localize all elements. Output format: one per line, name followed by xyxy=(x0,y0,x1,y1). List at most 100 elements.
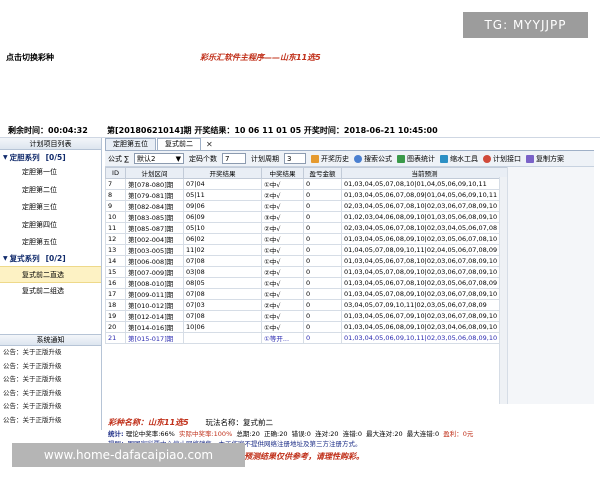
table-cell: 第[007-009]期 xyxy=(125,266,184,278)
notice-item[interactable]: 公告：关于正版升级 xyxy=(0,346,101,360)
table-cell: 01,03,04,05,07,08,09,10|02,03,06,07,08,0… xyxy=(341,266,508,278)
formula-select[interactable]: 默认2 ▼ xyxy=(133,153,184,164)
tab-fushi-q2[interactable]: 复式前二 xyxy=(157,138,201,150)
sidebar-item[interactable]: 定胆第二位 xyxy=(0,182,101,200)
stat-max-miss: 最大连错:0 xyxy=(406,430,440,438)
search-formula-button[interactable]: 搜索公式 xyxy=(353,154,392,164)
sidebar-item[interactable]: 定胆第一位 xyxy=(0,164,101,182)
group-dingdan[interactable]: ▼ 定胆系列 [0/5] xyxy=(0,150,101,164)
tab-dingdan5[interactable]: 定胆第五位 xyxy=(105,138,156,150)
table-cell: 10 xyxy=(105,211,126,223)
close-icon[interactable]: ✕ xyxy=(206,139,213,150)
plan-api-label: 计划接口 xyxy=(492,154,521,163)
table-cell: 第[010-012]期 xyxy=(125,299,184,311)
col-header[interactable]: 中奖结果 xyxy=(261,167,304,179)
table-row[interactable]: 19 第[012-014]期 07|08 ①中√ 0 01,03,04,05,06,07,… xyxy=(105,310,508,322)
app-banner: 彩乐汇软件主程序——山东11选5 xyxy=(200,53,321,62)
table-row[interactable]: 20 第[014-016]期 10|06 ①中√ 0 01,03,04,05,06,08,… xyxy=(105,321,508,333)
stat-theory: 理论中奖率:66% xyxy=(125,430,175,438)
table-row[interactable]: 10 第[083-085]期 06|09 ③中√ 0 01,02,03,04,06,08,… xyxy=(105,211,508,223)
col-header[interactable]: 当前预测 xyxy=(341,167,508,179)
stat-streak-hit: 连对:20 xyxy=(315,430,339,438)
table-cell: 0 xyxy=(303,310,342,322)
table-cell: 05|10 xyxy=(183,222,262,234)
table-row[interactable]: 17 第[009-011]期 07|08 ①中√ 0 01,03,04,05,07,08,… xyxy=(105,288,508,300)
table-cell: 01,03,04,05,07,08,10|01,04,05,06,09,10,1… xyxy=(341,178,508,190)
chart-stats-button[interactable]: 图表统计 xyxy=(396,154,435,164)
table-row[interactable]: 13 第[003-005]期 11|02 ①中√ 0 01,04,05,07,08,09,… xyxy=(105,244,508,256)
table-row[interactable]: 21 第[015-017]期 ①等开... 0 01,03,04,05,06,09,10… xyxy=(105,332,508,344)
sidebar-item[interactable]: 定胆第五位 xyxy=(0,234,101,252)
stat-wrong: 错误:0 xyxy=(291,430,311,438)
notice-item[interactable]: 公告：关于正版升级 xyxy=(0,373,101,387)
col-header[interactable]: 计划区间 xyxy=(125,167,184,179)
col-header[interactable]: 盈亏金额 xyxy=(303,167,342,179)
table-row[interactable]: 8 第[079-081]期 05|11 ②中√ 0 01,03,04,05,06,07,0… xyxy=(105,189,508,201)
table-cell: 0 xyxy=(303,321,342,333)
table-cell: 07|08 xyxy=(183,288,262,300)
table-cell: 07|08 xyxy=(183,255,262,267)
table-row[interactable]: 12 第[002-004]期 06|02 ①中√ 0 01,03,04,05,06,08,… xyxy=(105,233,508,245)
issue-result: 第[20180621014]期 开奖结果：10 06 11 01 05 开奖时间… xyxy=(107,126,438,135)
switch-lottery-button[interactable]: 点击切换彩种 xyxy=(6,52,54,63)
history-button[interactable]: 开奖历史 xyxy=(310,154,349,164)
copy-plan-button[interactable]: 复制方案 xyxy=(525,154,564,164)
table-cell: 9 xyxy=(105,200,126,212)
table-cell: 8 xyxy=(105,189,126,201)
notice-list: 公告：关于正版升级 公告：关于正版升级 公告：关于正版升级 公告：关于正版升级 … xyxy=(0,346,101,427)
app-window: 点击切换彩种 彩乐汇软件主程序——山东11选5 剩余时间：00:04:32 第[… xyxy=(0,46,600,461)
table-cell: 0 xyxy=(303,266,342,278)
stats-label: 统计: xyxy=(108,430,124,438)
remaining-time: 剩余时间：00:04:32 xyxy=(8,126,88,135)
table-cell: 第[002-004]期 xyxy=(125,233,184,245)
notice-item[interactable]: 公告：关于正版升级 xyxy=(0,360,101,374)
table-row[interactable]: 9 第[082-084]期 09|06 ①中√ 0 02,03,04,05,06,07,0… xyxy=(105,200,508,212)
search-icon xyxy=(353,154,362,163)
notice-item[interactable]: 公告：关于正版升级 xyxy=(0,414,101,428)
sidebar-item[interactable]: 定胆第四位 xyxy=(0,217,101,235)
history-label: 开奖历史 xyxy=(320,154,349,163)
count-input[interactable]: 7 xyxy=(221,153,246,164)
table-cell: 第[006-008]期 xyxy=(125,255,184,267)
table-cell: 05|11 xyxy=(183,189,262,201)
count-label: 定码个数 xyxy=(188,154,217,163)
stat-streak-miss: 连错:0 xyxy=(342,430,363,438)
table-cell: 21 xyxy=(105,332,126,344)
table-cell: 第[009-011]期 xyxy=(125,288,184,300)
table-cell: 06|02 xyxy=(183,233,262,245)
notice-item[interactable]: 公告：关于正版升级 xyxy=(0,400,101,414)
table-row[interactable]: 7 第[078-080]期 07|04 ①中√ 0 01,03,04,05,07,08,1… xyxy=(105,178,508,190)
collapse-icon[interactable]: ▼ xyxy=(3,154,8,161)
table-cell: 第[079-081]期 xyxy=(125,189,184,201)
cycle-input[interactable]: 3 xyxy=(283,153,306,164)
table-row[interactable]: 18 第[010-012]期 07|03 ②中√ 0 03,04,05,07,09,10,… xyxy=(105,299,508,311)
group-fushi[interactable]: ▼ 复式系列 [0/2] xyxy=(0,252,101,266)
stat-total: 总期:20 xyxy=(236,430,260,438)
table-cell: ①中√ xyxy=(261,178,304,190)
play-name: 玩法名称：复式前二 xyxy=(205,418,274,427)
table-row[interactable]: 14 第[006-008]期 07|08 ①中√ 0 01,03,04,05,06,07,… xyxy=(105,255,508,267)
table-row[interactable]: 15 第[007-009]期 03|08 ②中√ 0 01,03,04,05,07,08,… xyxy=(105,266,508,278)
collapse-icon[interactable]: ▼ xyxy=(3,255,8,262)
watermark-tg: TG: MYYJJPP xyxy=(463,12,588,38)
col-header[interactable]: 开奖结果 xyxy=(183,167,262,179)
vertical-scrollbar[interactable] xyxy=(499,177,507,404)
table-cell: 12 xyxy=(105,233,126,245)
notice-item[interactable]: 公告：关于正版升级 xyxy=(0,387,101,401)
table-cell: ①中√ xyxy=(261,310,304,322)
table-cell: ①中√ xyxy=(261,244,304,256)
copy-icon xyxy=(525,154,534,163)
table-row[interactable]: 11 第[085-087]期 05|10 ②中√ 0 02,03,04,05,06,07,… xyxy=(105,222,508,234)
shrink-tool-button[interactable]: 缩水工具 xyxy=(439,154,478,164)
table-cell: 0 xyxy=(303,178,342,190)
sidebar-item-selected[interactable]: 复式前二直选 xyxy=(0,265,101,283)
formula-value: 默认2 xyxy=(136,154,156,163)
table-row[interactable]: 16 第[008-010]期 08|05 ①中√ 0 01,03,04,05,06,07,… xyxy=(105,277,508,289)
table-cell: 08|05 xyxy=(183,277,262,289)
col-header[interactable]: ID xyxy=(105,167,126,179)
table-cell: 0 xyxy=(303,299,342,311)
table-cell: 0 xyxy=(303,244,342,256)
sidebar-item[interactable]: 定胆第三位 xyxy=(0,199,101,217)
plan-api-button[interactable]: 计划接口 xyxy=(482,154,521,164)
sidebar-item[interactable]: 复式前二组选 xyxy=(0,283,101,301)
